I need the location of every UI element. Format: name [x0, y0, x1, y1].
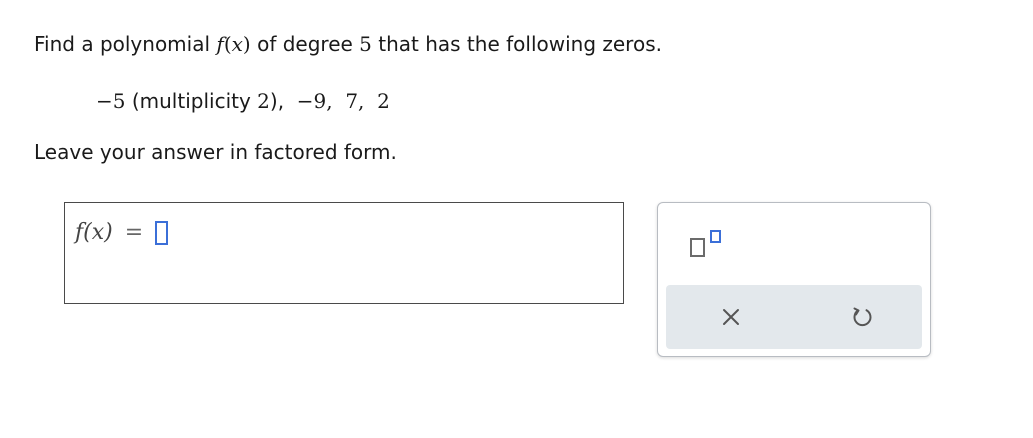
zeros-rest: −9, 7, 2 — [284, 89, 390, 113]
superscript-template-button[interactable] — [686, 226, 730, 260]
prompt-text-middle: of degree — [250, 32, 360, 56]
undo-icon — [853, 307, 872, 327]
close-x-icon — [723, 309, 739, 325]
multiplicity-label: (multiplicity — [125, 89, 258, 113]
math-tool-panel — [657, 202, 931, 357]
paren-open: ( — [223, 32, 232, 56]
undo-button[interactable] — [844, 299, 880, 335]
question-prompt: Find a polynomial f(x) of degree 5 that … — [34, 32, 662, 56]
action-bar — [666, 285, 922, 349]
function-variable: x — [231, 32, 243, 56]
zero-first: −5 — [96, 89, 126, 113]
paren-close: ) — [242, 32, 251, 56]
zeros-list: −5 (multiplicity 2), −9, 7, 2 — [96, 89, 390, 113]
instruction-text: Leave your answer in factored form. — [34, 140, 397, 164]
clear-button[interactable] — [713, 299, 749, 335]
answer-placeholder-input[interactable] — [155, 220, 169, 245]
answer-input-area[interactable]: f(x) = — [64, 202, 624, 304]
prompt-text-suffix: that has the following zeros. — [371, 32, 662, 56]
multiplicity-value: 2 — [257, 89, 270, 113]
answer-expression: f(x) = — [75, 220, 169, 245]
function-name: f — [216, 32, 224, 56]
equals-sign: = — [124, 220, 144, 245]
prompt-text-prefix: Find a polynomial — [34, 32, 217, 56]
answer-lhs: f(x) — [75, 220, 113, 245]
multiplicity-close: ), — [269, 89, 285, 113]
degree-value: 5 — [359, 32, 372, 56]
